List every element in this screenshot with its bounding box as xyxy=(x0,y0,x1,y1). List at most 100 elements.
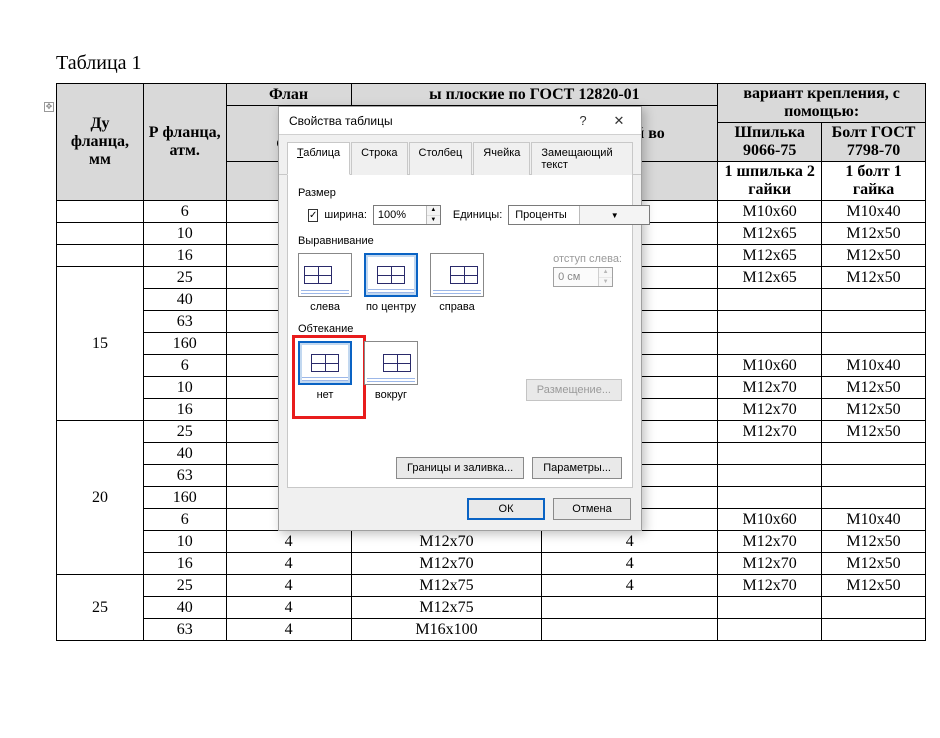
cell-p: 6 xyxy=(143,201,226,223)
cell-p: 63 xyxy=(143,619,226,641)
cell-p: 25 xyxy=(143,421,226,443)
cell-sh: М12х70 xyxy=(718,399,822,421)
cell-o: 4 xyxy=(542,553,718,575)
th-sh: Шпилька 9066-75 xyxy=(718,123,822,162)
cell-bg: М10х40 xyxy=(822,355,926,377)
align-center-option[interactable]: по центру xyxy=(364,253,418,313)
cell-sh xyxy=(718,597,822,619)
th-flan: Флан xyxy=(226,84,351,106)
cell-sh: М12х70 xyxy=(718,531,822,553)
spin-down-icon[interactable]: ▼ xyxy=(427,216,440,225)
cell-bg: М10х40 xyxy=(822,509,926,531)
tab-cell[interactable]: Ячейка xyxy=(473,142,530,175)
table-caption: Таблица 1 xyxy=(56,52,920,75)
cell-m: М12х75 xyxy=(351,597,542,619)
tab-column[interactable]: Столбец xyxy=(409,142,473,175)
help-button[interactable]: ? xyxy=(565,109,601,133)
units-label: Единицы: xyxy=(453,209,502,221)
cell-p: 6 xyxy=(143,355,226,377)
placement-button: Размещение... xyxy=(526,379,622,401)
cell-sh: М12х65 xyxy=(718,223,822,245)
cell-p: 16 xyxy=(143,553,226,575)
align-right-option[interactable]: справа xyxy=(430,253,484,313)
table-properties-dialog: Свойства таблицы ? ✕ Таблица Строка Стол… xyxy=(278,106,642,531)
th-bg2: 1 болт 1 гайка xyxy=(822,162,926,201)
cell-bg: М12х50 xyxy=(822,531,926,553)
section-alignment: Выравнивание xyxy=(298,235,622,247)
cell-sh: М10х60 xyxy=(718,355,822,377)
cell-k: 4 xyxy=(226,531,351,553)
indent-input xyxy=(554,268,598,286)
cell-o xyxy=(542,619,718,641)
cell-p: 25 xyxy=(143,575,226,597)
cell-k: 4 xyxy=(226,597,351,619)
cell-sh xyxy=(718,443,822,465)
cell-sh xyxy=(718,465,822,487)
chevron-down-icon[interactable]: ▼ xyxy=(579,206,649,224)
cell-p: 16 xyxy=(143,399,226,421)
wrap-none-option[interactable]: нет xyxy=(298,341,352,401)
wrap-around-label: вокруг xyxy=(364,389,418,401)
cell-sh xyxy=(718,311,822,333)
units-value: Проценты xyxy=(509,209,579,221)
cell-o: 4 xyxy=(542,531,718,553)
borders-button[interactable]: Границы и заливка... xyxy=(396,457,524,479)
width-spinner[interactable]: ▲▼ xyxy=(373,205,441,225)
cell-du xyxy=(57,201,144,223)
cell-bg xyxy=(822,443,926,465)
cell-bg xyxy=(822,597,926,619)
cell-p: 10 xyxy=(143,377,226,399)
th-du: Ду фланца, мм xyxy=(57,84,144,201)
cell-p: 10 xyxy=(143,223,226,245)
cell-o: 4 xyxy=(542,575,718,597)
cell-sh: М12х70 xyxy=(718,553,822,575)
options-button[interactable]: Параметры... xyxy=(532,457,622,479)
section-size: Размер xyxy=(298,187,622,199)
align-right-label: справа xyxy=(430,301,484,313)
cell-m: М16х100 xyxy=(351,619,542,641)
cell-m: М12х70 xyxy=(351,553,542,575)
cell-du xyxy=(57,245,144,267)
align-left-option[interactable]: слева xyxy=(298,253,352,313)
cell-p: 40 xyxy=(143,289,226,311)
wrap-none-label: нет xyxy=(298,389,352,401)
cell-bg: М12х50 xyxy=(822,267,926,289)
cell-sh xyxy=(718,619,822,641)
th-bg: Болт ГОСТ 7798-70 xyxy=(822,123,926,162)
cell-sh: М12х65 xyxy=(718,267,822,289)
cell-sh xyxy=(718,289,822,311)
cell-p: 25 xyxy=(143,267,226,289)
tab-row[interactable]: Строка xyxy=(351,142,407,175)
cell-k: 4 xyxy=(226,575,351,597)
spin-up-icon[interactable]: ▲ xyxy=(427,206,440,216)
cell-k: 4 xyxy=(226,553,351,575)
cancel-button[interactable]: Отмена xyxy=(553,498,631,520)
th-p: Р фланца, атм. xyxy=(143,84,226,201)
section-wrap: Обтекание xyxy=(298,323,622,335)
cell-bg: М12х50 xyxy=(822,421,926,443)
table-anchor-icon[interactable]: ✥ xyxy=(44,102,54,112)
cell-bg: М12х50 xyxy=(822,399,926,421)
cell-p: 63 xyxy=(143,311,226,333)
table-row: 104М12х704М12х70М12х50 xyxy=(57,531,926,553)
tab-table[interactable]: Таблица xyxy=(287,142,350,175)
indent-label: отступ слева: xyxy=(553,253,622,265)
dialog-title: Свойства таблицы xyxy=(289,114,565,128)
units-combo[interactable]: Проценты ▼ xyxy=(508,205,650,225)
close-button[interactable]: ✕ xyxy=(601,109,637,133)
cell-o xyxy=(542,597,718,619)
tab-alt[interactable]: Замещающий текст xyxy=(531,142,633,175)
width-input[interactable] xyxy=(374,206,426,224)
wrap-around-option[interactable]: вокруг xyxy=(364,341,418,401)
cell-sh xyxy=(718,333,822,355)
ok-button[interactable]: ОК xyxy=(467,498,545,520)
cell-bg xyxy=(822,465,926,487)
width-checkbox[interactable]: ✓ xyxy=(308,209,318,222)
cell-p: 10 xyxy=(143,531,226,553)
tabs: Таблица Строка Столбец Ячейка Замещающий… xyxy=(279,135,641,175)
cell-m: М12х75 xyxy=(351,575,542,597)
cell-p: 40 xyxy=(143,597,226,619)
cell-bg xyxy=(822,619,926,641)
cell-sh: М10х60 xyxy=(718,509,822,531)
cell-p: 40 xyxy=(143,443,226,465)
